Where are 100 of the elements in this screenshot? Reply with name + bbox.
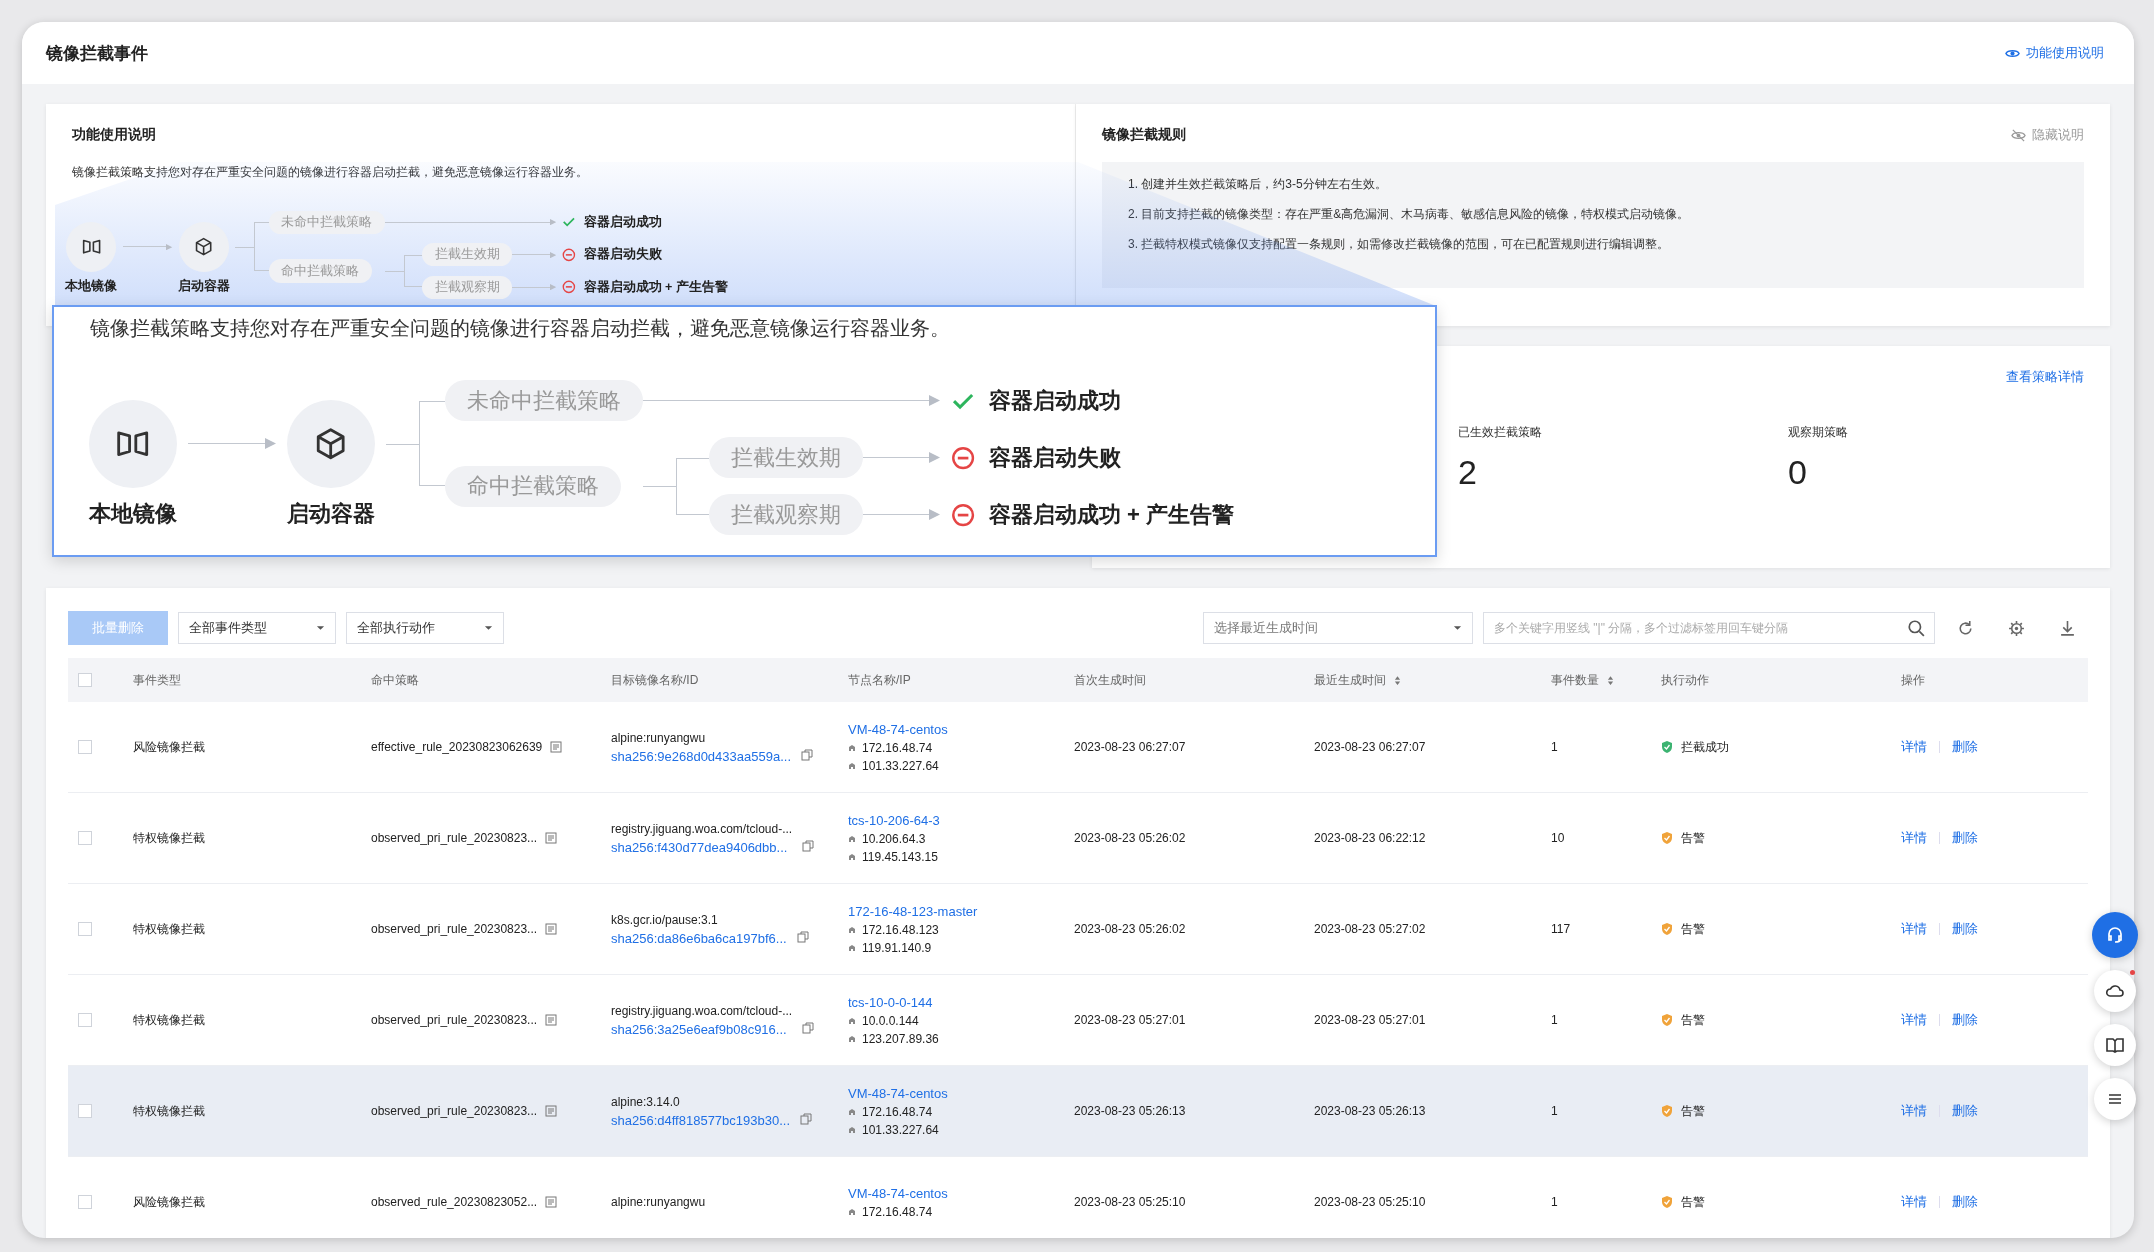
branch-label: 命中拦截策略 [445,465,622,507]
action-status: 拦截成功 [1681,738,1729,756]
download-icon[interactable] [2059,619,2076,637]
operation-link[interactable]: 删除 [1952,1102,1978,1120]
table-cell: 特权镜像拦截 [133,1102,205,1120]
operation-link[interactable]: 删除 [1952,738,1978,756]
node-link[interactable]: tcs-10-206-64-3 [848,812,940,828]
operation-link[interactable]: 删除 [1952,829,1978,847]
copy-icon[interactable] [802,840,815,852]
node-label: 启动容器 [177,277,230,295]
filter-dropdown[interactable]: 全部事件类型 [178,612,336,644]
document-icon[interactable] [545,1014,558,1026]
row-checkbox[interactable] [78,922,92,936]
stat-value: 2 [1458,453,1478,492]
row-checkbox[interactable] [78,1013,92,1027]
table-row[interactable]: 特权镜像拦截 observed_pri_rule_20230823... k8s.gcr.io/pause:3.1 sha256:da86e6ba6ca197bf6... 172-16-48-123-master 172.16.48.123 119.91.140.9 2023-08-23 05:26:02 2023-08-23 05:27:02 117 告警 详情 删除 [68,884,2088,975]
node-link[interactable]: VM-48-74-centos [848,1085,948,1101]
policy-name: effective_rule_20230823062639 [371,740,543,754]
table-cell: 2023-08-23 06:27:07 [1074,740,1186,754]
policy-details-link[interactable]: 查看策略详情 [2006,368,2084,386]
document-icon[interactable] [550,741,563,753]
copy-icon[interactable] [801,749,813,761]
copy-icon[interactable] [802,1022,815,1034]
pin-icon [848,1107,856,1116]
node-link[interactable]: VM-48-74-centos [848,1185,948,1201]
table-cell: 1 [1551,740,1558,754]
column-header[interactable]: 事件数量 [1551,671,1614,689]
row-checkbox[interactable] [78,1104,92,1118]
pin-icon [848,1034,856,1043]
copy-icon[interactable] [796,931,809,943]
column-header: 目标镜像名称/ID [611,671,699,689]
hide-link[interactable]: 隐藏说明 [2011,126,2084,144]
rule-text: 3. 拦截特权模式镜像仅支持配置一条规则，如需修改拦截镜像的范围，可在已配置规则进行编辑调整。 [1128,236,1671,253]
node-link[interactable]: VM-48-74-centos [848,721,948,737]
node-label: 启动容器 [287,499,375,528]
policy-name: observed_pri_rule_20230823... [371,922,538,936]
table-row[interactable]: 风险镜像拦截 observed_rule_20230823052... alpine:runyangwu VM-48-74-centos 172.16.48.74 2023-08-23 05:25:10 2023-08-23 05:25:10 1 告警 详情 删除 [68,1157,2088,1238]
action-status: 告警 [1681,829,1705,847]
settings-icon[interactable] [2008,619,2025,637]
book-icon [2105,1035,2125,1055]
phase-label: 拦截生效期 [422,243,513,267]
table-row[interactable]: 风险镜像拦截 effective_rule_20230823062639 alpine:runyangwu sha256:9e268d0d433aa559a... VM-48-74-centos 172.16.48.74 101.33.227.64 2023-08-23 06:27:07 2023-08-23 06:27:07 1 拦截成功 详情 删除 [68,702,2088,793]
branch-connector [253,222,269,271]
node-link[interactable]: 172-16-48-123-master [848,903,978,919]
ip-address: 172.16.48.74 [862,1204,933,1219]
table-row[interactable]: 特权镜像拦截 observed_pri_rule_20230823... registry.jiguang.woa.com/tcloud-... sha256:f430d77dea9406dbb... tcs-10-206-64-3 10.206.64.3 119.45.143.15 2023-08-23 05:26:02 2023-08-23 06:22:12 10 告警 详情 删除 [68,793,2088,884]
operation-link[interactable]: 删除 [1952,1011,1978,1029]
phase-label: 拦截观察期 [709,494,864,536]
document-icon[interactable] [545,1105,558,1117]
ip-address: 10.0.0.144 [862,1013,919,1028]
document-icon[interactable] [545,923,558,935]
image-id-link[interactable]: sha256:da86e6ba6ca197bf6... [611,930,787,946]
table-cell: 10 [1551,831,1565,845]
ip-address: 10.206.64.3 [862,831,926,846]
table-row[interactable]: 特权镜像拦截 observed_pri_rule_20230823... alpine:3.14.0 sha256:d4ff818577bc193b30... VM-48-74-centos 172.16.48.74 101.33.227.64 2023-08-23 05:26:13 2023-08-23 05:26:13 1 告警 详情 删除 [68,1066,2088,1157]
outcome-label: 容器启动失败 [583,246,662,264]
image-id-link[interactable]: sha256:d4ff818577bc193b30... [611,1112,791,1128]
pin-icon [848,743,856,752]
pin-icon [848,1125,856,1134]
filter-dropdown[interactable]: 全部执行动作 [346,612,504,644]
column-header: 操作 [1901,671,1925,689]
node-link[interactable]: tcs-10-0-0-144 [848,994,939,1010]
search-icon [1907,619,1925,637]
column-header[interactable]: 最近生成时间 [1314,671,1401,689]
document-icon[interactable] [545,1196,558,1208]
action-status: 告警 [1681,1193,1705,1211]
image-name: alpine:runyangwu [611,730,707,745]
image-id-link[interactable]: sha256:f430d77dea9406dbb... [611,839,793,855]
operation-link[interactable]: 删除 [1952,920,1978,938]
operation-link[interactable]: 删除 [1952,1193,1978,1211]
branch-connector [403,254,423,288]
policy-name: observed_pri_rule_20230823... [371,1013,538,1027]
operation-link[interactable]: 详情 [1901,829,1927,847]
operation-link[interactable]: 详情 [1901,1193,1927,1211]
copy-icon[interactable] [800,1113,813,1125]
ip-address: 119.91.140.9 [862,940,932,955]
table-cell: 特权镜像拦截 [133,829,205,847]
row-checkbox[interactable] [78,1195,92,1209]
table-cell: 2023-08-23 06:27:07 [1314,740,1426,754]
image-id-link[interactable]: sha256:9e268d0d433aa559a... [611,748,791,764]
refresh-icon[interactable] [1957,619,1974,637]
rule-text: 2. 目前支持拦截的镜像类型：存在严重&高危漏洞、木马病毒、敏感信息风险的镜像，特权模式启动镜像。 [1128,206,1691,223]
image-id-link[interactable]: sha256:3a25e6eaf9b08c916... [611,1021,793,1037]
document-icon[interactable] [545,832,558,844]
caret-icon [1453,625,1462,631]
row-checkbox[interactable] [78,831,92,845]
operation-link[interactable]: 详情 [1901,920,1927,938]
time-dropdown[interactable]: 选择最近生成时间 [1203,612,1473,644]
operation-link[interactable]: 详情 [1901,1102,1927,1120]
row-checkbox[interactable] [78,740,92,754]
eye-off-icon [2011,127,2026,143]
column-header: 事件类型 [133,671,181,689]
search-field[interactable]: 多个关键字用竖线 "|" 分隔，多个过滤标签用回车键分隔 [1483,612,1935,644]
operation-link[interactable]: 详情 [1901,1011,1927,1029]
headset-icon [2105,925,2125,945]
operation-link[interactable]: 详情 [1901,738,1927,756]
outcome-label: 容器启动失败 [988,443,1121,472]
pin-icon [848,834,856,843]
help-link[interactable]: 功能使用说明 [2005,44,2104,62]
select-all-checkbox[interactable] [78,673,92,687]
